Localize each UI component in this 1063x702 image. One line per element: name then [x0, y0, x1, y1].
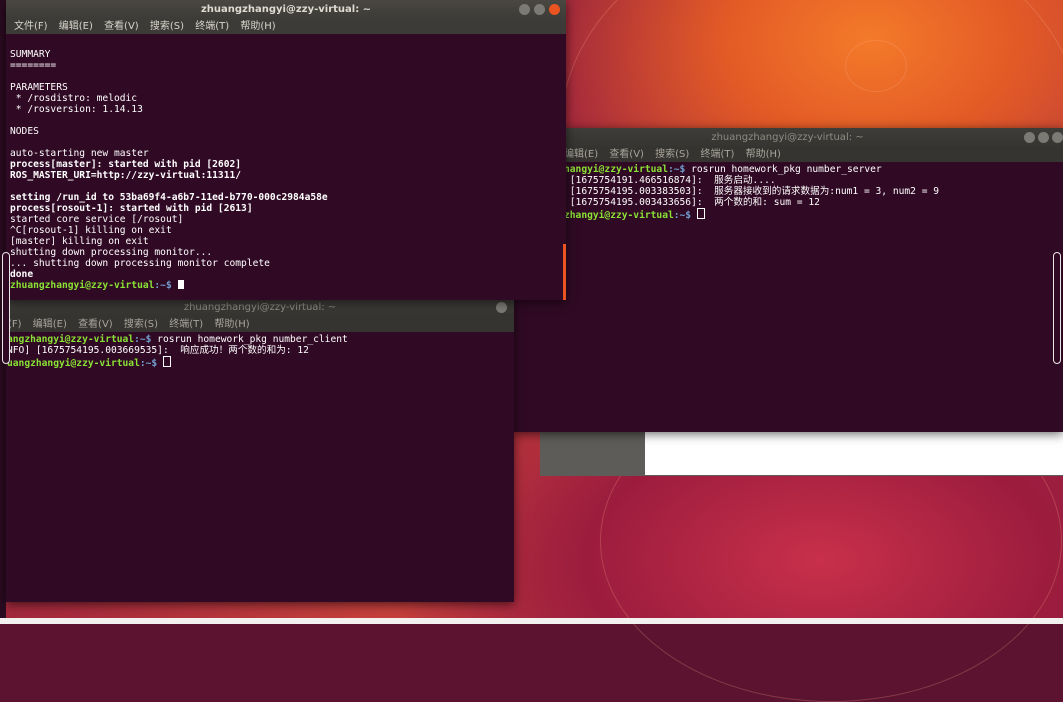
window-title: zhuangzhangyi@zzy-virtual: ~: [183, 302, 337, 313]
output-line: [1675754191.466516874]: 服务启动....: [564, 175, 776, 186]
menu-bar: (F) 编辑(E) 查看(V) 搜索(S) 终端(T) 帮助(H): [6, 318, 514, 332]
menu-view[interactable]: 查看(V): [78, 319, 113, 330]
menu-terminal[interactable]: 终端(T): [195, 21, 229, 32]
menu-help[interactable]: 帮助(H): [746, 149, 781, 160]
prompt-line: zhangyi@zzy-virtual:~$: [564, 208, 1059, 221]
menu-edit[interactable]: 编辑(E): [564, 149, 598, 160]
close-icon[interactable]: [1052, 132, 1063, 143]
close-icon[interactable]: [549, 4, 560, 15]
menu-terminal[interactable]: 终端(T): [701, 149, 735, 160]
background-window-content: [645, 432, 1063, 475]
menu-search[interactable]: 搜索(S): [150, 21, 184, 32]
terminal-output[interactable]: SUMMARY ======== PARAMETERS * /rosdistro:…: [6, 36, 566, 300]
window-title: zhuangzhangyi@zzy-virtual: ~: [200, 4, 372, 15]
minimize-icon[interactable]: [496, 302, 507, 313]
text-cursor: [696, 208, 705, 219]
prompt-line: uangzhangyi@zzy-virtual:~$: [7, 356, 510, 369]
maximize-icon[interactable]: [1038, 132, 1049, 143]
menu-terminal[interactable]: 终端(T): [169, 319, 203, 330]
menu-bar: 编辑(E) 查看(V) 搜索(S) 终端(T) 帮助(H): [512, 148, 1063, 162]
minimize-icon[interactable]: [1024, 132, 1035, 143]
menu-search[interactable]: 搜索(S): [655, 149, 689, 160]
title-bar[interactable]: zhuangzhangyi@zzy-virtual: ~: [6, 298, 514, 318]
text-cursor: [177, 280, 184, 289]
terminal-output[interactable]: hangyi@zzy-virtual:~$ rosrun homework_pk…: [512, 162, 1063, 432]
minimize-icon[interactable]: [519, 4, 530, 15]
prompt-line: zhuangzhangyi@zzy-virtual:~$: [10, 280, 562, 291]
prompt-line: hangyi@zzy-virtual:~$ rosrun homework_pk…: [564, 164, 882, 175]
bottom-bar: [0, 618, 1063, 624]
output-line: [1675754195.003383503]: 服务器接收到的请求数据为:num…: [564, 186, 940, 197]
output-line: [1675754195.003433656]: 两个数的和: sum = 12: [564, 197, 820, 208]
menu-edit[interactable]: 编辑(E): [59, 21, 93, 32]
menu-view[interactable]: 查看(V): [104, 21, 139, 32]
terminal-window-client[interactable]: zhuangzhangyi@zzy-virtual: ~ (F) 编辑(E) 查…: [6, 298, 514, 602]
menu-edit[interactable]: 编辑(E): [33, 319, 67, 330]
prompt-line: angzhangyi@zzy-virtual:~$ rosrun homewor…: [7, 334, 348, 345]
terminal-window-roscore[interactable]: zhuangzhangyi@zzy-virtual: ~ 文件(F) 编辑(E)…: [6, 0, 566, 300]
menu-view[interactable]: 查看(V): [609, 149, 644, 160]
menu-search[interactable]: 搜索(S): [124, 319, 158, 330]
title-bar[interactable]: zhuangzhangyi@zzy-virtual: ~: [6, 0, 566, 20]
menu-file[interactable]: 文件(F): [14, 21, 48, 32]
menu-help[interactable]: 帮助(H): [240, 21, 275, 32]
terminal-output[interactable]: angzhangyi@zzy-virtual:~$ rosrun homewor…: [6, 332, 514, 602]
menu-file[interactable]: (F): [8, 319, 22, 330]
left-resize-handle[interactable]: [2, 252, 10, 364]
title-bar[interactable]: zhuangzhangyi@zzy-virtual: ~: [512, 128, 1063, 148]
output-line: NFO] [1675754195.003669535]: 响应成功！两个数的和为…: [7, 345, 309, 356]
menu-bar: 文件(F) 编辑(E) 查看(V) 搜索(S) 终端(T) 帮助(H): [6, 20, 566, 34]
terminal-window-server[interactable]: zhuangzhangyi@zzy-virtual: ~ 编辑(E) 查看(V)…: [512, 128, 1063, 432]
text-cursor: [162, 356, 171, 367]
maximize-icon[interactable]: [534, 4, 545, 15]
window-title: zhuangzhangyi@zzy-virtual: ~: [711, 132, 864, 143]
menu-help[interactable]: 帮助(H): [214, 319, 249, 330]
right-resize-handle[interactable]: [1053, 252, 1061, 364]
